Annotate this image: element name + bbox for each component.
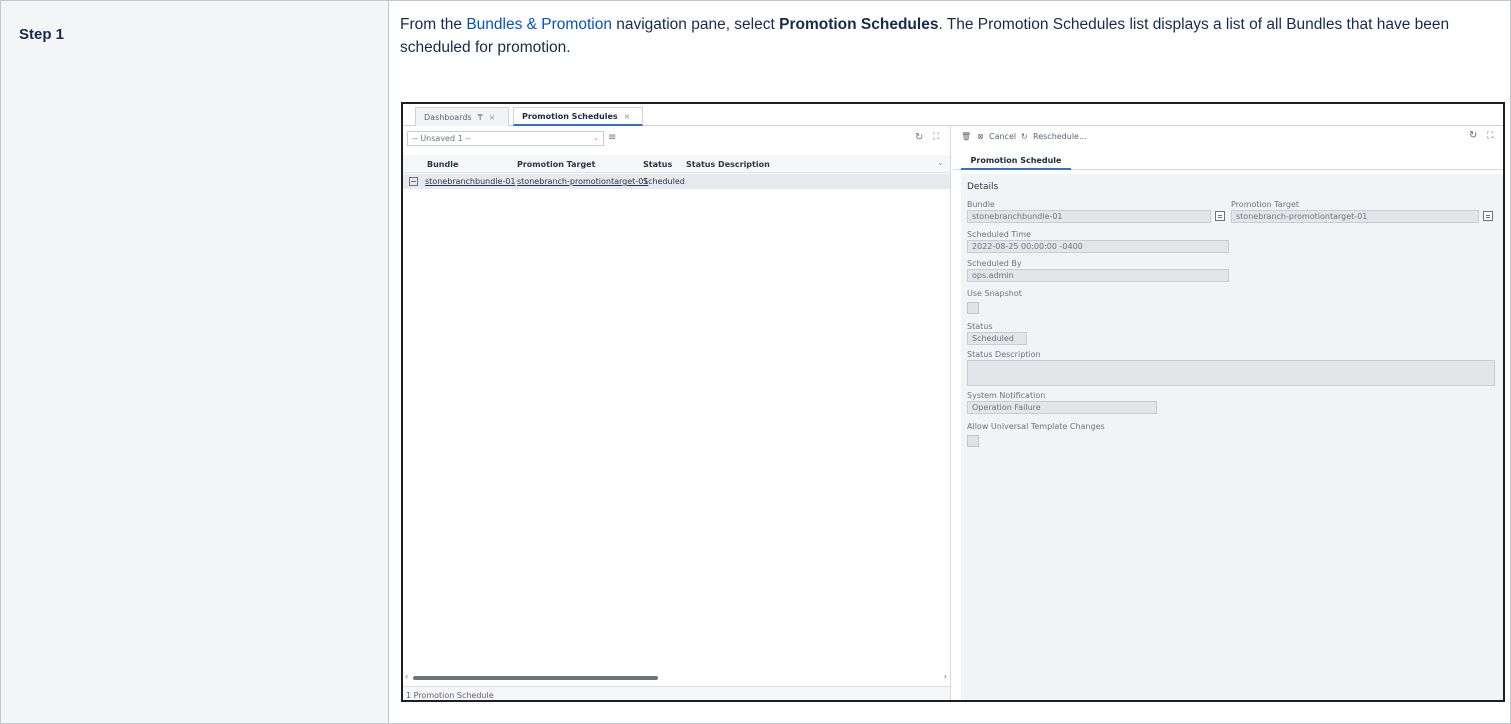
- chevron-down-icon[interactable]: ⌄: [937, 158, 944, 167]
- status-field[interactable]: Scheduled: [967, 332, 1027, 345]
- system-notification-label: System Notification: [967, 391, 1046, 400]
- horizontal-scrollbar[interactable]: ‹ ›: [403, 672, 950, 684]
- app-screenshot: Dashboards ₸ × Promotion Schedules × -- …: [401, 102, 1505, 702]
- section-title: Details: [967, 182, 999, 192]
- details-form: Details Bundle stonebranchbundle-01 Prom…: [961, 174, 1503, 700]
- instruction-text: From the Bundles & Promotion navigation …: [400, 13, 1500, 59]
- allow-template-changes-label: Allow Universal Template Changes: [967, 422, 1105, 431]
- table-row[interactable]: stonebranchbundle-01 stonebranch-promoti…: [403, 174, 950, 189]
- details-icon[interactable]: [1483, 211, 1493, 221]
- row-target-link[interactable]: stonebranch-promotiontarget-01: [517, 177, 648, 186]
- close-icon[interactable]: ×: [489, 113, 496, 122]
- chevron-down-icon: ⌄: [593, 134, 599, 142]
- step-cell: Step 1: [1, 1, 389, 723]
- expand-icon[interactable]: ⛶: [1487, 131, 1493, 141]
- row-bundle-link[interactable]: stonebranchbundle-01: [425, 177, 516, 186]
- tab-dashboards[interactable]: Dashboards ₸ ×: [415, 107, 509, 126]
- detail-toolbar: 🗑 ⊗ Cancel ↻ Reschedule... ↻ ⛶: [959, 130, 1499, 146]
- reschedule-button[interactable]: Reschedule...: [1033, 132, 1087, 141]
- column-header-status[interactable]: Status: [643, 160, 672, 169]
- scheduled-time-label: Scheduled Time: [967, 230, 1031, 239]
- grid-header: Bundle Promotion Target Status Status De…: [403, 155, 950, 173]
- tab-promotion-schedules-label: Promotion Schedules: [522, 111, 618, 121]
- scheduled-time-field[interactable]: 2022-08-25 00:00:00 -0400: [967, 240, 1229, 253]
- system-notification-field[interactable]: Operation Failure: [967, 401, 1157, 414]
- bundles-promotion-link[interactable]: Bundles & Promotion: [466, 16, 612, 33]
- tab-dashboards-label: Dashboards: [424, 112, 472, 122]
- record-count: 1 Promotion Schedule: [403, 686, 950, 700]
- detail-pane: 🗑 ⊗ Cancel ↻ Reschedule... ↻ ⛶ Promotion…: [953, 126, 1503, 700]
- status-description-label: Status Description: [967, 350, 1041, 359]
- column-header-promotion-target[interactable]: Promotion Target: [517, 160, 595, 169]
- bundle-field[interactable]: stonebranchbundle-01: [967, 210, 1211, 223]
- filter-select-value: -- Unsaved 1 --: [412, 134, 471, 143]
- instruction-bold: Promotion Schedules: [779, 16, 939, 33]
- allow-template-changes-checkbox[interactable]: [967, 435, 979, 447]
- filter-icon[interactable]: ≡: [608, 132, 616, 143]
- details-icon[interactable]: [1215, 211, 1225, 221]
- scroll-right-icon[interactable]: ›: [944, 672, 947, 681]
- instruction-prefix: From the: [400, 16, 467, 33]
- use-snapshot-checkbox[interactable]: [967, 302, 979, 314]
- status-label: Status: [967, 322, 993, 331]
- instruction-middle: navigation pane, select: [611, 16, 780, 33]
- list-pane: -- Unsaved 1 -- ⌄ ≡ ↻ ⛶ Bundle Promotion…: [403, 126, 951, 700]
- bundle-label: Bundle: [967, 200, 995, 209]
- status-description-field[interactable]: [967, 360, 1495, 386]
- use-snapshot-label: Use Snapshot: [967, 289, 1022, 298]
- promotion-target-label: Promotion Target: [1231, 200, 1299, 209]
- details-icon[interactable]: [409, 177, 418, 186]
- pin-icon[interactable]: ₸: [478, 113, 483, 122]
- tab-promotion-schedule[interactable]: Promotion Schedule: [961, 152, 1071, 170]
- scheduled-by-label: Scheduled By: [967, 259, 1022, 268]
- close-icon[interactable]: ×: [624, 112, 631, 121]
- filter-select[interactable]: -- Unsaved 1 -- ⌄: [407, 131, 604, 146]
- tab-bar: Dashboards ₸ × Promotion Schedules ×: [403, 104, 1503, 126]
- reschedule-icon[interactable]: ↻: [1021, 132, 1028, 141]
- cancel-icon[interactable]: ⊗: [977, 132, 984, 141]
- tab-promotion-schedules[interactable]: Promotion Schedules ×: [513, 107, 643, 126]
- column-header-status-description[interactable]: Status Description: [686, 160, 770, 169]
- column-header-bundle[interactable]: Bundle: [427, 160, 458, 169]
- promotion-target-field[interactable]: stonebranch-promotiontarget-01: [1231, 210, 1479, 223]
- expand-icon[interactable]: ⛶: [933, 132, 939, 142]
- cancel-button[interactable]: Cancel: [989, 132, 1016, 141]
- refresh-icon[interactable]: ↻: [915, 132, 923, 143]
- delete-icon[interactable]: 🗑: [961, 132, 971, 141]
- scrollbar-thumb[interactable]: [413, 676, 658, 680]
- filter-row: -- Unsaved 1 -- ⌄ ≡ ↻ ⛶: [407, 131, 947, 147]
- step-label: Step 1: [19, 26, 65, 43]
- refresh-icon[interactable]: ↻: [1469, 130, 1477, 141]
- scroll-left-icon[interactable]: ‹: [405, 672, 408, 681]
- row-status: Scheduled: [643, 177, 685, 186]
- detail-tabs: Promotion Schedule: [953, 150, 1503, 170]
- scheduled-by-field[interactable]: ops.admin: [967, 269, 1229, 282]
